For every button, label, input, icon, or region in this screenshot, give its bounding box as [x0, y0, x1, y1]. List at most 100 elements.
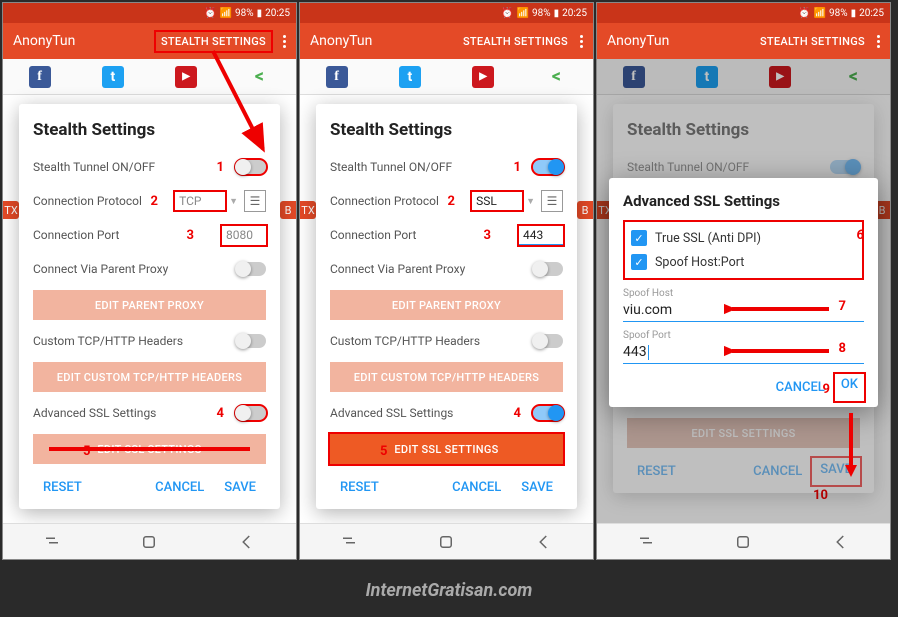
home-icon[interactable] — [140, 533, 158, 551]
stealth-settings-button[interactable]: STEALTH SETTINGS — [760, 35, 865, 48]
annotation-arrow — [724, 343, 834, 359]
custom-label: Custom TCP/HTTP Headers — [33, 334, 236, 348]
stealth-settings-button[interactable]: STEALTH SETTINGS — [156, 32, 271, 51]
annotation-arrow — [724, 301, 834, 317]
app-bar: AnonyTun STEALTH SETTINGS — [597, 23, 890, 59]
dialog-title: Stealth Settings — [33, 120, 266, 140]
alarm-icon: ⏰ — [798, 8, 810, 19]
recents-icon[interactable] — [637, 533, 655, 551]
edit-ssl-settings-button[interactable]: EDIT SSL SETTINGS — [33, 434, 266, 464]
parent-label: Connect Via Parent Proxy — [330, 262, 533, 276]
spoof-host-port-checkbox[interactable]: ✓ — [631, 254, 647, 270]
overflow-menu-icon[interactable] — [283, 35, 286, 48]
custom-toggle[interactable] — [533, 334, 563, 348]
recents-icon[interactable] — [340, 533, 358, 551]
annotation-3: 3 — [484, 228, 491, 243]
nav-bar — [597, 523, 890, 559]
signal-icon: 📶 — [220, 8, 232, 19]
advanced-ssl-dialog: Advanced SSL Settings ✓ True SSL (Anti D… — [609, 178, 878, 407]
clock-text: 20:25 — [859, 8, 884, 19]
youtube-icon[interactable]: ▶ — [472, 66, 494, 88]
port-input[interactable]: 8080 — [222, 226, 266, 245]
annotation-3: 3 — [187, 228, 194, 243]
stealth-settings-dialog: Stealth Settings Stealth Tunnel ON/OFF 1… — [19, 104, 280, 509]
stealth-settings-button[interactable]: STEALTH SETTINGS — [463, 35, 568, 48]
status-bar: ⏰ 📶 98% ▮ 20:25 — [597, 3, 890, 23]
ssl-toggle[interactable] — [236, 406, 266, 420]
annotation-4: 4 — [514, 406, 521, 421]
parent-toggle[interactable] — [533, 262, 563, 276]
battery-text: 98% — [235, 8, 254, 19]
save-button[interactable]: SAVE — [511, 474, 563, 501]
edit-parent-proxy-button[interactable]: EDIT PARENT PROXY — [33, 290, 266, 320]
spoof-host-label: Spoof Host — [623, 288, 864, 299]
battery-text: 98% — [532, 8, 551, 19]
signal-icon: 📶 — [517, 8, 529, 19]
annotation-2: 2 — [151, 194, 158, 209]
facebook-icon[interactable]: f — [29, 66, 51, 88]
battery-icon: ▮ — [257, 8, 263, 19]
ssl-label: Advanced SSL Settings — [33, 406, 236, 420]
back-icon[interactable] — [238, 533, 256, 551]
youtube-icon[interactable]: ▶ — [175, 66, 197, 88]
cancel-button[interactable]: CANCEL — [442, 474, 511, 501]
save-button[interactable]: SAVE — [214, 474, 266, 501]
ssl-dialog-title: Advanced SSL Settings — [623, 192, 864, 210]
edit-custom-headers-button[interactable]: EDIT CUSTOM TCP/HTTP HEADERS — [33, 362, 266, 392]
reset-button[interactable]: RESET — [33, 474, 92, 501]
annotation-9: 9 — [823, 382, 830, 397]
tunnel-toggle[interactable] — [533, 160, 563, 174]
ssl-toggle[interactable] — [533, 406, 563, 420]
protocol-select[interactable]: TCP — [175, 192, 225, 210]
back-icon[interactable] — [535, 533, 553, 551]
nav-bar — [300, 523, 593, 559]
tune-icon[interactable]: ☰ — [541, 190, 563, 212]
back-icon[interactable] — [832, 533, 850, 551]
watermark-text: InternetGratisan.com — [0, 580, 898, 601]
app-bar: AnonyTun STEALTH SETTINGS — [3, 23, 296, 59]
alarm-icon: ⏰ — [501, 8, 513, 19]
nav-bar — [3, 523, 296, 559]
home-icon[interactable] — [734, 533, 752, 551]
facebook-icon[interactable]: f — [326, 66, 348, 88]
share-row: f t ▶ < — [300, 59, 593, 95]
app-title: AnonyTun — [607, 33, 760, 49]
true-ssl-label: True SSL (Anti DPI) — [655, 231, 761, 246]
chevron-down-icon: ▼ — [229, 196, 238, 207]
cancel-button[interactable]: CANCEL — [145, 474, 214, 501]
tunnel-label: Stealth Tunnel ON/OFF — [330, 160, 533, 174]
home-icon[interactable] — [437, 533, 455, 551]
true-ssl-checkbox[interactable]: ✓ — [631, 230, 647, 246]
reset-button[interactable]: RESET — [330, 474, 389, 501]
screenshot-3: ⏰ 📶 98% ▮ 20:25 AnonyTun STEALTH SETTING… — [596, 2, 891, 560]
overflow-menu-icon[interactable] — [877, 35, 880, 48]
screenshot-2: ⏰ 📶 98% ▮ 20:25 AnonyTun STEALTH SETTING… — [299, 2, 594, 560]
parent-label: Connect Via Parent Proxy — [33, 262, 236, 276]
ssl-ok-button[interactable]: OK — [835, 374, 864, 401]
status-bar: ⏰ 📶 98% ▮ 20:25 — [300, 3, 593, 23]
edit-parent-proxy-button[interactable]: EDIT PARENT PROXY — [330, 290, 563, 320]
recents-icon[interactable] — [43, 533, 61, 551]
tunnel-label: Stealth Tunnel ON/OFF — [33, 160, 236, 174]
annotation-arrow — [836, 411, 866, 481]
tunnel-toggle[interactable] — [236, 160, 266, 174]
clock-text: 20:25 — [562, 8, 587, 19]
protocol-select[interactable]: SSL — [472, 192, 522, 210]
share-icon[interactable]: < — [248, 66, 270, 88]
twitter-icon[interactable]: t — [102, 66, 124, 88]
share-icon[interactable]: < — [545, 66, 567, 88]
chevron-down-icon: ▼ — [526, 196, 535, 207]
annotation-5: 5 — [83, 444, 90, 459]
annotation-2: 2 — [448, 194, 455, 209]
battery-icon: ▮ — [554, 8, 560, 19]
spoof-host-port-label: Spoof Host:Port — [655, 255, 744, 270]
custom-toggle[interactable] — [236, 334, 266, 348]
tune-icon[interactable]: ☰ — [244, 190, 266, 212]
edit-ssl-settings-button[interactable]: EDIT SSL SETTINGS — [330, 434, 563, 464]
port-input[interactable]: 443 — [519, 226, 563, 245]
overflow-menu-icon[interactable] — [580, 35, 583, 48]
twitter-icon[interactable]: t — [399, 66, 421, 88]
battery-icon: ▮ — [851, 8, 857, 19]
edit-custom-headers-button[interactable]: EDIT CUSTOM TCP/HTTP HEADERS — [330, 362, 563, 392]
parent-toggle[interactable] — [236, 262, 266, 276]
